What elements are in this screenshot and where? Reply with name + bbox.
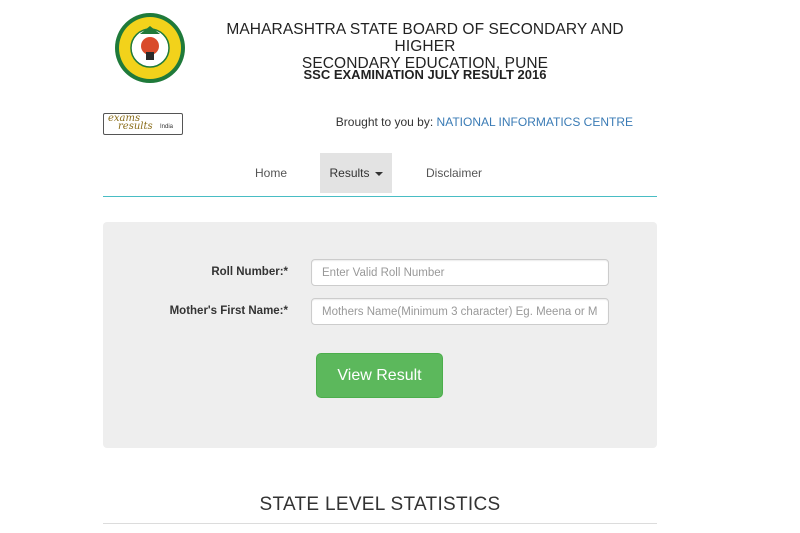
stats-divider	[103, 523, 657, 524]
roll-number-input[interactable]	[311, 259, 609, 286]
nav-disclaimer[interactable]: Disclaimer	[413, 153, 495, 193]
result-form-panel	[103, 222, 657, 448]
nav-divider	[103, 196, 657, 197]
view-result-button[interactable]: View Result	[316, 353, 443, 398]
board-title-line1: MAHARASHTRA STATE BOARD OF SECONDARY AND…	[226, 21, 624, 55]
nav-results-dropdown[interactable]: Results	[320, 153, 392, 193]
mother-name-input[interactable]	[311, 298, 609, 325]
roll-number-label: Roll Number:*	[211, 266, 288, 278]
state-statistics-heading: STATE LEVEL STATISTICS	[259, 494, 501, 515]
exams-results-logo[interactable]: exams results India	[103, 113, 183, 135]
nav-home[interactable]: Home	[240, 153, 302, 193]
nav-disclaimer-label: Disclaimer	[425, 166, 482, 180]
logo-text-india: India	[160, 124, 174, 130]
nav-home-label: Home	[254, 166, 287, 180]
board-title: MAHARASHTRA STATE BOARD OF SECONDARY AND…	[200, 21, 650, 72]
mother-name-label: Mother's First Name:*	[169, 305, 288, 317]
caret-down-icon	[374, 171, 383, 176]
brought-prefix: Brought to you by:	[335, 115, 434, 129]
nic-link[interactable]: NATIONAL INFORMATICS CENTRE	[437, 115, 633, 129]
board-seal-logo	[113, 12, 187, 84]
brought-to-you-by: Brought to you by: NATIONAL INFORMATICS …	[300, 115, 633, 129]
logo-text-results: results	[118, 121, 153, 132]
nav-results-label: Results	[329, 166, 370, 180]
exam-title: SSC EXAMINATION JULY RESULT 2016	[303, 67, 547, 82]
